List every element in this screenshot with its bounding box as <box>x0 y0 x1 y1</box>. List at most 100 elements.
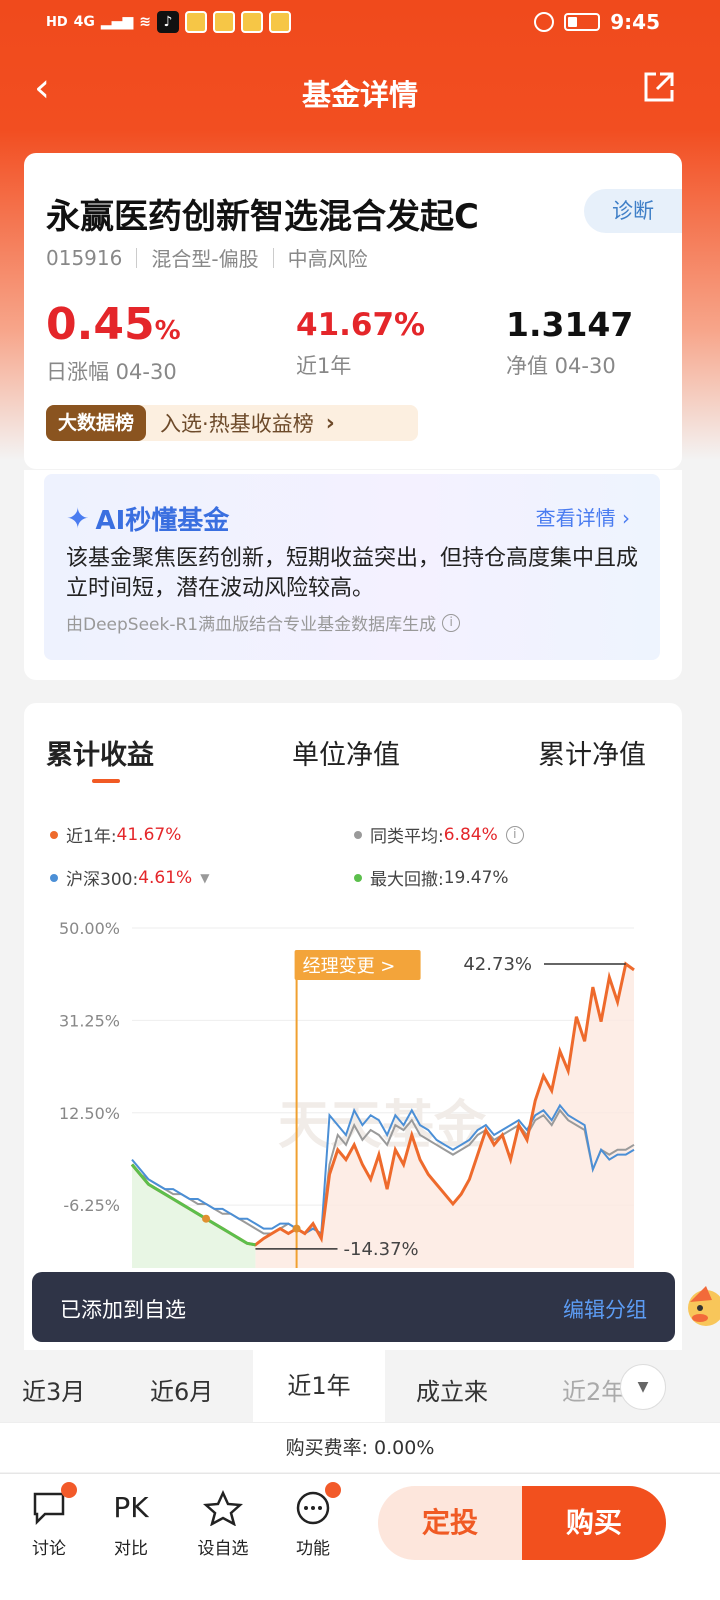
fund-summary-card: 永赢医药创新智选混合发起C 诊断 015916 混合型-偏股 中高风险 0.45… <box>24 153 682 469</box>
period-1y[interactable]: 近1年 <box>253 1350 385 1422</box>
legend-drawdown-label: 最大回撤: <box>370 870 444 890</box>
daily-change-stat: 0.45% 日涨幅 04-30 <box>46 298 181 386</box>
legend-dot <box>354 873 362 882</box>
daily-change-number: 0.45 <box>46 299 155 350</box>
toast-message: 已添加到自选 <box>60 1298 186 1322</box>
alarm-icon <box>534 12 555 32</box>
legend-index[interactable]: 沪深300: 4.61% ▼ <box>50 865 209 890</box>
mascot-icon[interactable] <box>680 1278 720 1338</box>
ranking-tag: 大数据榜 <box>46 405 147 441</box>
divider <box>272 247 274 268</box>
edit-group-link[interactable]: 编辑分组 <box>563 1294 647 1324</box>
auto-invest-button[interactable]: 定投 <box>378 1486 522 1560</box>
ai-details-text: 查看详情 <box>535 506 616 530</box>
legend-peer: 同类平均: 6.84% i <box>354 822 524 847</box>
year-return-value: 41.67% <box>296 307 426 343</box>
y-tick-label: -6.25% <box>63 1196 120 1215</box>
diagnose-button[interactable]: 诊断 <box>584 189 682 233</box>
hd-indicator: HD <box>46 14 68 30</box>
ranking-text: 入选·热基收益榜 <box>160 412 314 436</box>
return-chart[interactable]: 50.00%31.25%12.50%-6.25%天天基金经理变更 >42.73%… <box>24 918 682 1278</box>
chat-icon <box>29 1482 77 1526</box>
status-left: HD 4G ▂▄▆ ≋ ♪ <box>46 11 291 33</box>
daily-change-value: 0.45% <box>46 298 181 358</box>
ai-details-link[interactable]: 查看详情 › <box>536 502 630 531</box>
info-icon[interactable]: i <box>442 613 461 632</box>
purchase-fee: 购买费率: 0.00% <box>0 1422 720 1472</box>
legend-index-label: 沪深300: <box>66 870 139 890</box>
weibo-icon <box>184 11 207 33</box>
period-selector: 近3月 近6月 近1年 成立来 近2年 ▼ <box>0 1350 720 1422</box>
buy-button[interactable]: 购买 <box>522 1486 666 1560</box>
y-tick-label: 50.00% <box>59 919 120 938</box>
divider <box>136 247 138 268</box>
dropdown-triangle-icon: ▼ <box>200 870 210 885</box>
signal-icon: ▂▄▆ <box>100 14 134 30</box>
daily-change-unit: % <box>154 316 181 346</box>
weibo-icon <box>268 11 291 33</box>
marker-dot <box>292 1224 301 1233</box>
ai-summary-card: ✦ AI秒懂基金 查看详情 › 该基金聚焦医药创新，短期收益突出，但持仓高度集中… <box>24 470 682 680</box>
manager-change-label: 经理变更 > <box>303 956 396 977</box>
ai-footer: 由DeepSeek-R1满血版结合专业基金数据库生成 i <box>66 610 461 635</box>
legend-dot <box>50 830 58 839</box>
year-return-stat: 41.67% 近1年 <box>296 298 425 380</box>
fund-type: 混合型-偏股 <box>151 247 259 271</box>
compare-label: 对比 <box>114 1539 148 1559</box>
legend-drawdown: 最大回撤: 19.47% <box>354 865 509 890</box>
chevron-right-icon: › <box>325 410 335 436</box>
period-6m[interactable]: 近6月 <box>150 1372 213 1407</box>
battery-icon <box>564 13 601 31</box>
legend-dot <box>50 873 58 882</box>
notification-dot <box>325 1482 341 1498</box>
share-icon[interactable] <box>642 70 676 104</box>
max-label: 42.73% <box>463 954 532 975</box>
legend-drawdown-value: 19.47% <box>443 867 509 888</box>
clock: 9:45 <box>610 10 660 34</box>
chevron-down-icon[interactable]: ▼ <box>620 1364 666 1410</box>
y-tick-label: 31.25% <box>59 1011 120 1030</box>
ranking-banner[interactable]: 大数据榜 入选·热基收益榜 › <box>46 405 418 441</box>
bottom-action-bar: 讨论 PK 对比 设自选 功能 定投 购买 <box>0 1473 720 1600</box>
network-indicator: 4G <box>73 14 95 30</box>
legend-fund: 近1年: 41.67% <box>50 822 181 847</box>
discuss-label: 讨论 <box>32 1539 66 1559</box>
star-icon <box>202 1489 244 1527</box>
wifi-icon: ≋ <box>139 14 151 30</box>
period-3m[interactable]: 近3月 <box>22 1372 85 1407</box>
legend-index-value: 4.61% <box>138 867 193 888</box>
fund-risk: 中高风险 <box>287 247 368 271</box>
chart-tabs: 累计收益 单位净值 累计净值 <box>24 733 682 793</box>
marker-dot <box>202 1214 211 1223</box>
status-right: 9:45 <box>534 10 660 34</box>
info-icon[interactable]: i <box>505 825 524 844</box>
period-2y[interactable]: 近2年 <box>562 1372 625 1407</box>
more-icon <box>293 1482 341 1526</box>
page-title: 基金详情 <box>301 78 418 112</box>
ai-summary-panel: ✦ AI秒懂基金 查看详情 › 该基金聚焦医药创新，短期收益突出，但持仓高度集中… <box>44 474 660 660</box>
weibo-icon <box>240 11 263 33</box>
functions-button[interactable]: 功能 <box>278 1482 348 1559</box>
legend-peer-label: 同类平均: <box>370 827 444 847</box>
discuss-button[interactable]: 讨论 <box>14 1482 84 1559</box>
fund-name: 永赢医药创新智选混合发起C <box>46 197 479 237</box>
tab-cumulative-return[interactable]: 累计收益 <box>46 733 154 772</box>
status-bar: HD 4G ▂▄▆ ≋ ♪ 9:45 <box>0 0 720 48</box>
y-tick-label: 12.50% <box>59 1104 120 1123</box>
legend-fund-label: 近1年: <box>66 827 117 847</box>
ai-footer-text: 由DeepSeek-R1满血版结合专业基金数据库生成 <box>66 615 437 635</box>
functions-label: 功能 <box>296 1539 330 1559</box>
add-watchlist-label: 设自选 <box>197 1539 249 1559</box>
compare-button[interactable]: PK 对比 <box>96 1490 166 1559</box>
tab-cumulative-nav[interactable]: 累计净值 <box>538 733 646 772</box>
add-watchlist-button[interactable]: 设自选 <box>188 1489 258 1559</box>
toast-notification: 已添加到自选 编辑分组 <box>32 1272 675 1342</box>
nav-label: 净值 04-30 <box>506 354 616 378</box>
tab-unit-nav[interactable]: 单位净值 <box>292 733 400 772</box>
nav-stat: 1.3147 净值 04-30 <box>506 298 633 380</box>
sparkle-icon: ✦ <box>66 502 90 535</box>
period-since-inception[interactable]: 成立来 <box>416 1372 488 1407</box>
nav-bar: ‹ 基金详情 <box>0 56 720 124</box>
fund-code: 015916 <box>46 245 123 270</box>
fund-meta: 015916 混合型-偏股 中高风险 <box>46 243 368 272</box>
